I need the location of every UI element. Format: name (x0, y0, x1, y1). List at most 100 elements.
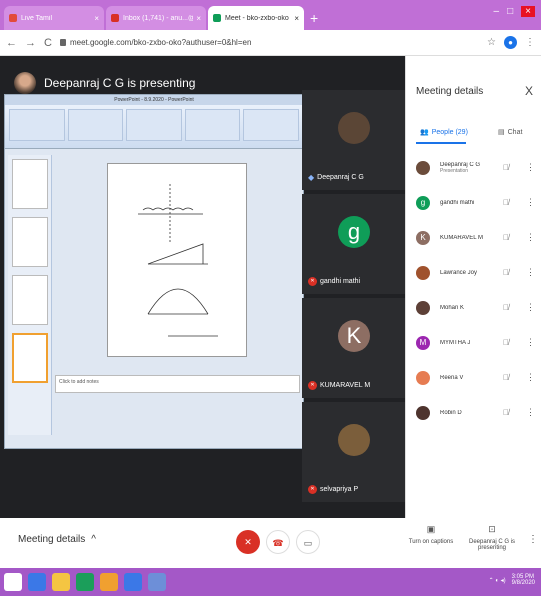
mic-off-icon[interactable]: 🎙̸ (503, 338, 509, 347)
mic-off-icon[interactable]: 🎙̸ (503, 163, 509, 172)
mic-off-icon[interactable]: 🎙̸ (503, 408, 509, 417)
tab-close-icon[interactable]: × (196, 14, 201, 23)
tab-close-icon[interactable]: × (94, 14, 99, 23)
chevron-up-icon: ^ (91, 534, 96, 545)
end-call-button[interactable]: ☎ (266, 530, 290, 554)
mic-off-icon: ✕ (308, 485, 317, 494)
mic-off-icon[interactable]: 🎙̸ (503, 268, 509, 277)
bookmark-star-icon[interactable]: ☆ (487, 37, 496, 48)
current-slide (107, 163, 247, 357)
more-options-icon[interactable]: ⋮ (526, 302, 535, 313)
camera-toggle-button[interactable]: ▭ (296, 530, 320, 554)
tab-people-label: People (29) (431, 128, 468, 136)
tab-people[interactable]: 👥 People (29) (420, 128, 468, 137)
list-item[interactable]: Deepanraj C G Presentation 🎙̸ ⋮ (406, 150, 541, 185)
more-options-icon[interactable]: ⋮ (526, 407, 535, 418)
browser-tab[interactable]: Inbox (1,741) - anu...@gm × (106, 6, 206, 30)
more-options-icon[interactable]: ⋮ (528, 534, 538, 545)
back-icon[interactable]: ← (6, 37, 17, 49)
list-item[interactable]: Reena V 🎙̸ ⋮ (406, 360, 541, 395)
presenter-avatar (14, 72, 36, 94)
notes-pane: Click to add notes (55, 375, 300, 393)
browser-tab[interactable]: Live Tamil × (4, 6, 104, 30)
person-name: Mohan K (440, 304, 465, 311)
list-item[interactable]: K KUMARAVEL M 🎙̸ ⋮ (406, 220, 541, 255)
app-icon[interactable] (124, 573, 142, 591)
people-list: Deepanraj C G Presentation 🎙̸ ⋮ g gandhi… (406, 150, 541, 430)
maximize-icon[interactable]: □ (507, 6, 513, 17)
media-icon[interactable] (76, 573, 94, 591)
mic-off-icon[interactable]: 🎙̸ (503, 233, 509, 242)
person-avatar (416, 160, 430, 175)
mic-off-icon[interactable]: 🎙̸ (503, 198, 509, 207)
url-text: meet.google.com/bko-zxbo-oko?authuser=0&… (69, 38, 252, 47)
tab-title: Inbox (1,741) - anu...@gm (123, 14, 193, 22)
presenting-text: Deepanraj C G is presenting (44, 76, 196, 90)
list-item[interactable]: Lawrance Joy 🎙̸ ⋮ (406, 255, 541, 290)
presenting-button[interactable]: ⊡ Deepanraj C G is presenting (466, 524, 518, 551)
more-options-icon[interactable]: ⋮ (526, 337, 535, 348)
participant-name: selvapriya P (320, 486, 359, 493)
person-avatar: M (416, 335, 430, 350)
meeting-details-label: Meeting details (18, 534, 86, 545)
participant-avatar: g (338, 216, 370, 248)
ribbon-group (67, 109, 124, 141)
more-options-icon[interactable]: ⋮ (526, 372, 535, 383)
tab-chat[interactable]: ▤ Chat (498, 128, 522, 137)
mic-toggle-button[interactable]: ✕ (236, 530, 260, 554)
list-item[interactable]: g gandhi mathi 🎙̸ ⋮ (406, 185, 541, 220)
lock-icon (59, 39, 66, 46)
close-window-icon[interactable]: × (521, 6, 535, 17)
slide-thumbnails (8, 155, 52, 435)
ribbon-group (184, 109, 241, 141)
ribbon-group (126, 109, 182, 141)
participant-name: Deepanraj C G (317, 174, 364, 181)
meeting-details-panel: Meeting details X 👥 People (29) ▤ Chat D… (405, 56, 541, 518)
captions-button[interactable]: ▣ Turn on captions (407, 524, 455, 545)
list-item[interactable]: M MYMTHA J 🎙̸ ⋮ (406, 325, 541, 360)
participant-avatar (338, 424, 370, 456)
browser-tab-strip: Live Tamil × Inbox (1,741) - anu...@gm ×… (0, 0, 541, 30)
more-options-icon[interactable]: ⋮ (526, 267, 535, 278)
windows-start-icon[interactable] (4, 573, 22, 591)
window-controls: – □ × (494, 6, 535, 17)
forward-icon[interactable]: → (25, 37, 36, 49)
person-avatar (416, 405, 430, 420)
ribbon-group (9, 109, 65, 141)
captions-icon: ▣ (426, 524, 436, 534)
mic-off-icon[interactable]: 🎙̸ (503, 303, 509, 312)
more-options-icon[interactable]: ⋮ (526, 232, 535, 243)
minimize-icon[interactable]: – (494, 6, 500, 17)
list-item[interactable]: Robin D 🎙̸ ⋮ (406, 395, 541, 430)
more-options-icon[interactable]: ⋮ (526, 197, 535, 208)
presenting-banner: Deepanraj C G is presenting (14, 72, 195, 94)
chrome-icon[interactable] (100, 573, 118, 591)
participant-name: gandhi mathi (320, 278, 361, 285)
clock-date: 9/8/2020 (511, 580, 535, 586)
panel-close-button[interactable]: X (525, 84, 533, 98)
profile-avatar[interactable]: ● (504, 36, 517, 49)
browser-tab-active[interactable]: Meet - bko-zxbo-oko × (208, 6, 304, 30)
tab-title: Live Tamil (21, 14, 52, 22)
person-avatar (416, 370, 430, 385)
slide-thumbnail (11, 159, 48, 209)
person-name: MYMTHA J (440, 339, 471, 346)
meeting-details-button[interactable]: Meeting details ^ (18, 534, 96, 545)
mic-off-icon[interactable]: 🎙̸ (503, 373, 509, 382)
file-explorer-icon[interactable] (52, 573, 70, 591)
url-field[interactable]: meet.google.com/bko-zxbo-oko?authuser=0&… (59, 38, 487, 47)
beam-diagram (138, 184, 218, 337)
person-subtitle: Presentation (440, 167, 469, 174)
reload-icon[interactable]: C (44, 37, 52, 49)
app-icon[interactable] (148, 573, 166, 591)
captions-label: Turn on captions (408, 539, 454, 545)
person-name: KUMARAVEL M (440, 234, 484, 241)
new-tab-button[interactable]: + (310, 10, 318, 26)
more-options-icon[interactable]: ⋮ (526, 162, 535, 173)
ppt-body: Click to add notes (5, 149, 303, 439)
list-item[interactable]: Mohan K 🎙̸ ⋮ (406, 290, 541, 325)
tab-close-icon[interactable]: × (294, 14, 299, 23)
browser-menu-icon[interactable]: ⋮ (525, 37, 535, 48)
network-icon[interactable]: ⌃ ◐ ◂) (489, 577, 506, 584)
edge-icon[interactable] (28, 573, 46, 591)
